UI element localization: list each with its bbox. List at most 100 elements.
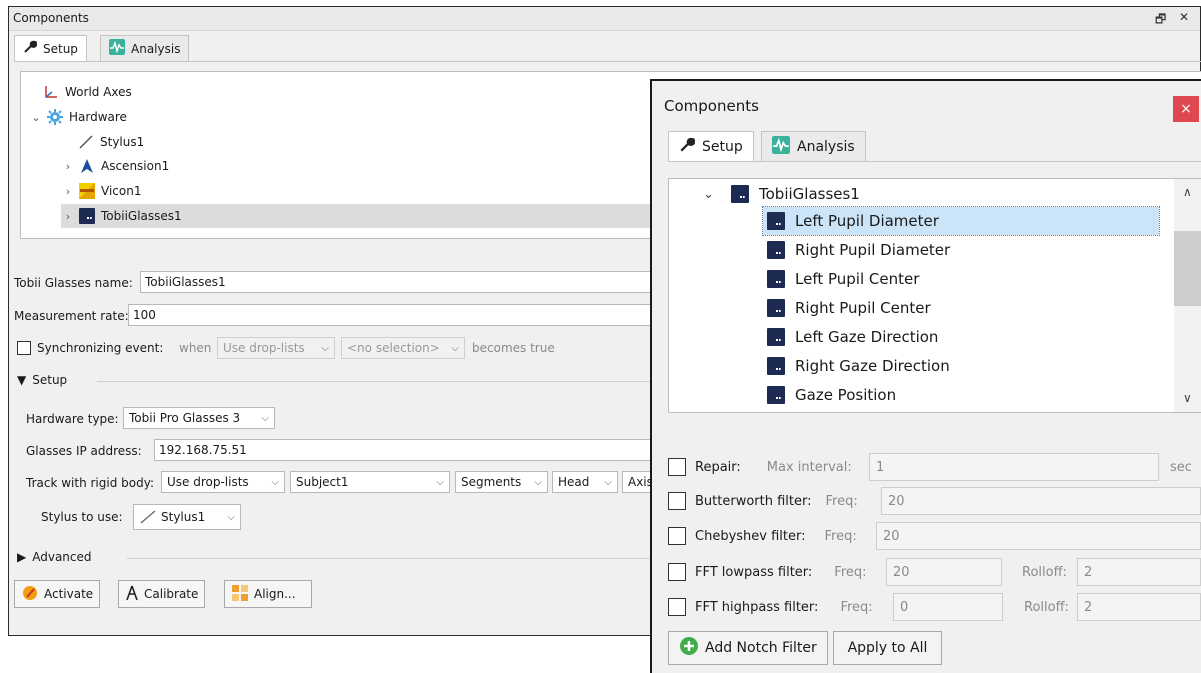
fft-highpass-row: FFT highpass filter: Freq: (668, 593, 873, 621)
calibrate-button[interactable]: Calibrate (118, 580, 206, 608)
sync-tail-text: becomes true (472, 341, 555, 355)
name-field[interactable]: TobiiGlasses1 (140, 271, 660, 293)
close-window-icon[interactable]: ✕ (1179, 10, 1189, 24)
title-bar: Components 🗗 ✕ (9, 7, 1200, 31)
tree-item-channel[interactable]: Right Pupil Diameter (767, 236, 950, 264)
combo-value: Use drop-lists (167, 475, 249, 489)
tree-item-vicon[interactable]: › Vicon1 (61, 179, 141, 203)
stylus-combo[interactable]: Stylus1 ⌵ (133, 504, 241, 530)
chebyshev-freq-field[interactable]: 20 (876, 522, 1201, 550)
waveform-icon (772, 135, 790, 158)
tree-item-channel[interactable]: Left Pupil Center (767, 265, 919, 293)
tree-item-channel[interactable]: Gaze Position (767, 381, 896, 409)
tree-item-tobii-glasses[interactable]: ⌄ TobiiGlasses1 (703, 180, 860, 208)
sync-combo-selection[interactable]: <no selection> ⌵ (341, 337, 465, 359)
add-notch-filter-button[interactable]: Add Notch Filter (668, 631, 828, 665)
fft-lowpass-rolloff-field[interactable]: 2 (1077, 558, 1201, 586)
tab-analysis[interactable]: Analysis (761, 131, 866, 161)
track-combo-head[interactable]: Head ⌵ (552, 471, 618, 493)
track-combo-segments[interactable]: Segments ⌵ (455, 471, 548, 493)
tree-label: Stylus1 (100, 135, 145, 149)
tree-item-channel[interactable]: Right Gaze Direction (767, 352, 950, 380)
sync-combo-mode[interactable]: Use drop-lists ⌵ (217, 337, 335, 359)
tree-item-channel[interactable]: Left Pupil Diameter (762, 206, 1160, 236)
tree-item-stylus[interactable]: Stylus1 (78, 130, 144, 154)
stylus-icon (78, 134, 94, 150)
ip-field[interactable]: 192.168.75.51 (154, 439, 660, 461)
tobii-icon (767, 328, 785, 346)
tobii-icon (767, 357, 785, 375)
chevron-down-icon: ⌵ (261, 412, 269, 424)
button-label: Add Notch Filter (705, 640, 817, 656)
butterworth-checkbox[interactable] (668, 492, 686, 510)
fft-lowpass-freq-field[interactable]: 20 (886, 558, 1002, 586)
float-window-icon[interactable]: 🗗 (1155, 10, 1166, 31)
tree-item-hardware[interactable]: ⌄ Hardware (29, 105, 127, 129)
chevron-right-icon[interactable]: › (61, 160, 75, 173)
track-combo-subject[interactable]: Subject1 ⌵ (290, 471, 450, 493)
tree-item-world-axes[interactable]: World Axes (43, 80, 132, 104)
advanced-section-header[interactable]: ▶ Advanced (17, 550, 92, 564)
hw-type-combo[interactable]: Tobii Pro Glasses 3 ⌵ (123, 407, 275, 429)
track-combo-mode[interactable]: Use drop-lists ⌵ (161, 471, 285, 493)
chevron-down-icon[interactable]: ⌄ (703, 187, 731, 202)
dialog-title: Components (664, 97, 759, 115)
button-label: Calibrate (144, 587, 199, 601)
fft-lowpass-checkbox[interactable] (668, 563, 686, 581)
button-label: Activate (44, 587, 94, 601)
align-button[interactable]: Align... (224, 580, 312, 608)
combo-value: Use drop-lists (223, 341, 305, 355)
tobii-icon (767, 270, 785, 288)
tree-label: Right Pupil Center (795, 299, 931, 317)
add-icon (679, 636, 699, 660)
chevron-down-icon: ⌵ (271, 476, 279, 488)
chevron-right-icon[interactable]: › (61, 185, 75, 198)
apply-to-all-button[interactable]: Apply to All (833, 631, 942, 665)
fft-highpass-checkbox[interactable] (668, 598, 686, 616)
chevron-right-icon[interactable]: › (61, 210, 75, 223)
chevron-down-icon: ⌵ (227, 511, 235, 523)
tree-item-channel[interactable]: Right Pupil Center (767, 294, 931, 322)
tab-label: Setup (702, 138, 743, 155)
unit-label: sec (1170, 460, 1192, 475)
combo-value: Tobii Pro Glasses 3 (129, 411, 241, 425)
tab-label: Setup (43, 41, 78, 56)
scroll-down-icon[interactable]: ∨ (1183, 391, 1192, 405)
track-label: Track with rigid body: (26, 476, 154, 490)
activate-icon (21, 584, 39, 605)
tree-label: Ascension1 (101, 159, 170, 173)
triangle-right-icon: ▶ (17, 550, 27, 564)
combo-value: Head (558, 475, 590, 489)
gear-icon (47, 109, 63, 125)
butterworth-freq-field[interactable]: 20 (881, 487, 1201, 515)
scrollbar-thumb[interactable] (1174, 231, 1201, 306)
fft-highpass-freq-field[interactable]: 0 (893, 593, 1003, 621)
close-icon[interactable]: × (1173, 96, 1199, 122)
tobii-icon (79, 208, 95, 224)
rate-field[interactable]: 100 (128, 304, 660, 326)
tab-analysis[interactable]: Analysis (100, 35, 190, 61)
tree-label: TobiiGlasses1 (101, 209, 182, 223)
wrench-icon (23, 40, 38, 57)
repair-checkbox[interactable] (668, 458, 686, 476)
repair-interval-field[interactable]: 1 (869, 453, 1159, 481)
tab-setup[interactable]: Setup (14, 35, 87, 61)
chevron-down-icon[interactable]: ⌄ (29, 111, 43, 124)
channel-tree[interactable]: ⌄ TobiiGlasses1 Left Pupil Diameter Righ… (668, 178, 1201, 413)
tree-label: Hardware (69, 110, 127, 124)
tree-item-channel[interactable]: Left Gaze Direction (767, 323, 938, 351)
filter-label: Butterworth filter: (695, 493, 812, 509)
tree-item-ascension[interactable]: › Ascension1 (61, 154, 169, 178)
stylus-label: Stylus to use: (41, 510, 123, 524)
sync-checkbox[interactable] (17, 341, 31, 355)
chevron-down-icon: ⌵ (451, 342, 459, 354)
tree-label: Left Gaze Direction (795, 328, 939, 346)
setup-section-header[interactable]: ▼ Setup (17, 373, 67, 387)
scroll-up-icon[interactable]: ∧ (1183, 185, 1192, 199)
tab-setup[interactable]: Setup (668, 131, 754, 161)
activate-button[interactable]: Activate (14, 580, 101, 608)
field-label: Freq: (825, 493, 858, 509)
filter-label: Chebyshev filter: (695, 528, 806, 544)
chebyshev-checkbox[interactable] (668, 527, 686, 545)
fft-highpass-rolloff-field[interactable]: 2 (1077, 593, 1201, 621)
